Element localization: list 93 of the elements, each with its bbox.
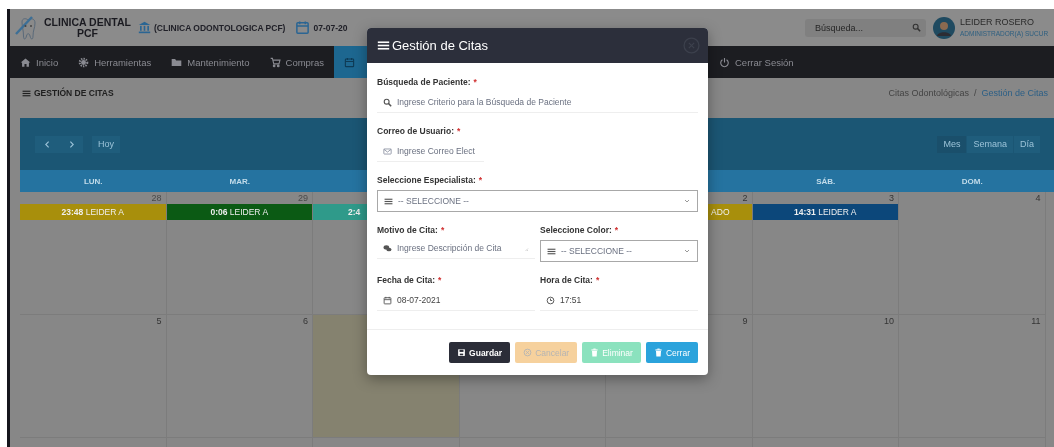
day-cell[interactable]: 5 [20, 315, 167, 438]
clock-icon [546, 295, 555, 305]
weekday-header: DOM. [961, 176, 983, 186]
field-label: Motivo de Cita: [377, 224, 438, 236]
field-label: Seleccione Especialista: [377, 174, 476, 186]
field-label: Búsqueda de Paciente: [377, 76, 471, 88]
today-button[interactable]: Hoy [92, 135, 120, 153]
chevron-down-icon [683, 197, 691, 205]
calendar-event[interactable]: 14:31 LEIDER A [752, 204, 898, 220]
nav-tab[interactable]: Inicio [10, 46, 69, 78]
nav-tab[interactable]: Compras [259, 46, 335, 78]
day-cell[interactable]: 10 [752, 315, 899, 438]
chat-icon [383, 243, 392, 253]
time-field[interactable]: 17:51 [560, 295, 692, 305]
view-tab[interactable]: Mes [937, 135, 967, 153]
menu-icon [22, 88, 31, 98]
power-icon [719, 56, 730, 68]
page-title: GESTIÓN DE CITAS [34, 88, 114, 98]
select-dropdown[interactable]: -- SELECCIONE -- [377, 190, 698, 212]
menu-icon [547, 246, 556, 256]
view-tab[interactable]: Día [1014, 135, 1040, 153]
brand-name: PCF [76, 27, 98, 39]
calendar-event[interactable]: 23:48 LEIDER A [20, 204, 166, 220]
field-label: Hora de Cita: [540, 274, 593, 286]
search-field[interactable]: Búsqueda... [805, 18, 926, 37]
day-number: 28 [151, 193, 162, 204]
weekday-header: SÁB. [816, 176, 836, 186]
field-label: Fecha de Cita: [377, 274, 436, 286]
breadcrumb-link[interactable]: Citas Odontológicas [888, 88, 969, 98]
logout-link[interactable]: Cerrar Sesión [709, 46, 804, 78]
date-field[interactable]: 08-07-2021 [397, 295, 529, 305]
day-number: 4 [1035, 193, 1041, 204]
weekday-header: LUN. [83, 176, 103, 186]
cart-icon [269, 56, 281, 68]
gear-icon [78, 56, 90, 68]
required-mark: * [457, 125, 461, 137]
home-icon [20, 56, 31, 68]
day-cell[interactable]: 3 14:31 LEIDER A [752, 192, 899, 315]
previous-button[interactable] [35, 135, 59, 153]
current-date: 07-07-20 [313, 22, 348, 33]
trash-icon [653, 348, 663, 357]
select-dropdown[interactable]: -- SELECCIONE -- [540, 240, 698, 262]
day-number: 3 [889, 193, 894, 204]
required-mark: * [478, 174, 483, 186]
calendar-icon [383, 295, 392, 305]
day-number: 9 [742, 316, 748, 327]
chevron-left-icon [42, 139, 52, 149]
calendar-event[interactable]: 0:06 LEIDER A [166, 204, 312, 220]
avatar-icon [933, 16, 955, 39]
calendar-icon [295, 20, 311, 35]
nav-tab[interactable]: Mantenimiento [161, 46, 260, 78]
required-mark: * [614, 224, 619, 236]
day-number: 10 [884, 316, 894, 327]
field-label: Seleccione Color: [540, 224, 612, 236]
day-number: 2 [742, 193, 748, 204]
chevron-down-icon [683, 247, 691, 255]
folder-icon [171, 56, 183, 68]
trash-icon [590, 348, 600, 357]
breadcrumb-separator: / [973, 88, 977, 98]
menu-icon [384, 196, 393, 206]
save-button[interactable]: Guardar [449, 342, 511, 363]
next-button[interactable] [59, 135, 83, 153]
day-number: 11 [1031, 316, 1041, 327]
search-icon [912, 22, 921, 32]
envelope-icon [383, 146, 392, 156]
email-field[interactable]: Ingrese Correo Elect [397, 146, 478, 156]
branch-name: (CLINICA ODONTOLOGICA PCF) [154, 22, 286, 33]
bank-icon [138, 21, 151, 34]
user-name: LEIDER ROSERO [960, 16, 1036, 28]
text-area[interactable]: Ingrese Descripción de Cita [397, 243, 516, 253]
menu-icon [377, 39, 390, 52]
day-cell[interactable]: 6 [166, 315, 313, 438]
day-number: 6 [303, 316, 308, 327]
search-field[interactable]: Ingrese Criterio para la Búsqueda de Paciente [397, 97, 692, 107]
search-icon [383, 97, 392, 107]
brand-name: CLINICA DENTAL [44, 16, 131, 28]
required-mark: * [473, 76, 477, 88]
day-cell[interactable]: 28 23:48 LEIDER A [20, 192, 167, 315]
dialog-title: Gestión de Citas [392, 38, 489, 53]
calendar-icon [344, 56, 356, 68]
day-number: 5 [156, 316, 162, 327]
day-cell[interactable]: 4 [899, 192, 1046, 315]
required-mark: * [438, 274, 442, 286]
cancel-icon [523, 348, 533, 357]
weekday-header: MAR. [229, 176, 250, 186]
save-icon [457, 348, 467, 357]
view-tab[interactable]: Semana [967, 135, 1013, 153]
required-mark: * [595, 274, 600, 286]
nav-tab[interactable]: Herramientas [68, 46, 162, 78]
required-mark: * [440, 224, 445, 236]
close-button[interactable]: Cerrar [645, 342, 698, 363]
field-label: Correo de Usuario: [377, 125, 454, 137]
day-cell[interactable]: 11 [899, 315, 1046, 438]
